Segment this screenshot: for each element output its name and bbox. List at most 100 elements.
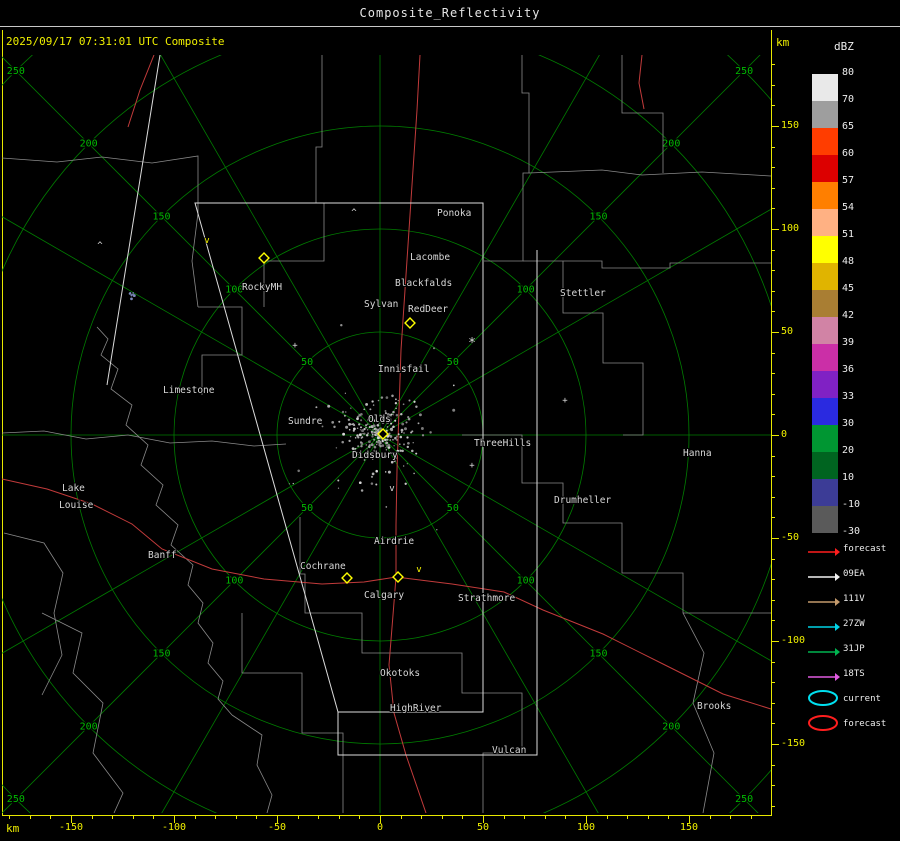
bottom-axis-tick: [503, 816, 505, 819]
map-marker-icon: +: [469, 461, 475, 471]
right-axis-tick: [771, 105, 775, 107]
right-axis-label: -100: [781, 635, 806, 646]
city-label: Stettler: [560, 288, 606, 299]
radar-site-icon: [341, 572, 353, 584]
range-label: 100: [517, 576, 535, 587]
highway-line: [638, 54, 645, 110]
bottom-axis-tick: [235, 816, 237, 819]
right-axis-tick: [771, 208, 775, 210]
right-axis-tick: [771, 476, 775, 478]
boundary-line: [231, 714, 273, 814]
colorbar-segment: [812, 317, 838, 344]
city-label: Innisfail: [378, 364, 429, 375]
right-axis-tick: [771, 187, 775, 189]
city-label: Didsbury: [352, 450, 398, 461]
right-axis-tick: [771, 373, 775, 375]
right-axis-tick: [771, 744, 779, 745]
bottom-axis-tick: [730, 816, 732, 819]
colorbar-value-label: 20: [842, 445, 855, 456]
colorbar-segment: [812, 344, 838, 371]
right-axis-tick: [771, 702, 775, 704]
bottom-axis-tick: [29, 816, 31, 819]
boundary-line: [523, 260, 771, 269]
map-marker-icon: v: [204, 236, 209, 246]
right-axis-tick: [771, 249, 775, 251]
highway-line: [388, 576, 427, 814]
range-label: 250: [7, 794, 25, 805]
map-marker-icon: +: [562, 396, 568, 406]
colorbar-segment: [812, 371, 838, 398]
map-marker-icon: ^: [351, 208, 357, 218]
right-axis-label: 150: [781, 120, 800, 131]
range-label: 150: [589, 648, 607, 659]
legend-label: forecast: [843, 544, 887, 554]
bottom-axis-label: 0: [376, 822, 384, 833]
timestamp: 2025/09/17 07:31:01 UTC Composite: [6, 35, 225, 48]
map-marker-icon: ^: [97, 241, 103, 251]
city-label: Banff: [148, 550, 177, 561]
bottom-axis-tick: [318, 816, 320, 819]
boundary-line: [198, 306, 243, 395]
radar-map[interactable]: 50 100 150 200 250 50 100 150 200 250 50 100 150 200 2…: [0, 0, 900, 841]
colorbar-segment: [812, 74, 838, 101]
km-unit-top-label: km: [776, 36, 790, 49]
city-label: HighRiver: [390, 703, 442, 714]
range-label: 50: [447, 357, 459, 368]
legend-arrow-icon: [806, 543, 840, 562]
bottom-axis-label: 150: [679, 822, 699, 833]
city-label: RedDeer: [408, 304, 448, 315]
bottom-axis-label: -150: [58, 822, 84, 833]
right-axis-tick: [771, 558, 775, 560]
bottom-axis-tick: [627, 816, 629, 819]
city-label: ThreeHills: [474, 438, 531, 449]
right-axis-tick: [771, 805, 775, 807]
city-label: Hanna: [683, 448, 712, 459]
map-frame-right-line: [771, 30, 772, 816]
bottom-axis-tick: [153, 816, 155, 819]
right-axis-label: 50: [781, 326, 794, 337]
range-label: 100: [517, 284, 535, 295]
bottom-axis-tick: [750, 816, 752, 819]
right-axis-tick: [771, 641, 779, 642]
colorbar-segment: [812, 101, 838, 128]
right-axis-tick: [771, 393, 775, 395]
range-label: 100: [225, 284, 243, 295]
right-axis-tick: [771, 84, 775, 86]
colorbar-segment: [812, 182, 838, 209]
colorbar-segment: [812, 398, 838, 425]
bottom-axis-tick: [421, 816, 423, 819]
map-marker-icon: v: [389, 484, 394, 494]
colorbar-segment: [812, 128, 838, 155]
boundary-line: [1, 430, 287, 447]
scan-area-outline: [337, 250, 538, 756]
right-axis-tick: [771, 146, 775, 148]
bottom-axis-label: -50: [267, 822, 287, 833]
right-axis-tick: [771, 599, 775, 601]
city-label: RockyMH: [242, 282, 282, 293]
colorbar-value-label: 30: [842, 418, 855, 429]
bottom-axis-tick: [544, 816, 546, 819]
bottom-axis-tick: [297, 816, 299, 819]
bottom-axis-label: 100: [576, 822, 596, 833]
colorbar-value-label: -30: [842, 526, 861, 537]
boundary-line: [682, 612, 715, 814]
colorbar-value-label: 10: [842, 472, 855, 483]
right-axis-tick: [771, 620, 775, 622]
right-axis-tick: [771, 435, 779, 436]
city-label: Lake: [62, 483, 85, 494]
bottom-axis-tick: [112, 816, 114, 819]
colorbar-value-label: 42: [842, 310, 855, 321]
bottom-axis-tick: [606, 816, 608, 819]
range-label: 250: [7, 66, 25, 77]
boundary-line: [3, 532, 64, 696]
right-axis-label: 100: [781, 223, 800, 234]
range-label: 150: [152, 648, 170, 659]
map-marker-icon: +: [292, 341, 298, 351]
right-axis-tick: [771, 496, 775, 498]
colorbar-value-label: 33: [842, 391, 855, 402]
bottom-axis-tick: [132, 816, 134, 819]
legend-arrow-icon: [806, 618, 840, 637]
range-label: 50: [447, 503, 459, 514]
right-axis-tick: [771, 332, 779, 333]
right-axis-tick: [771, 311, 775, 313]
